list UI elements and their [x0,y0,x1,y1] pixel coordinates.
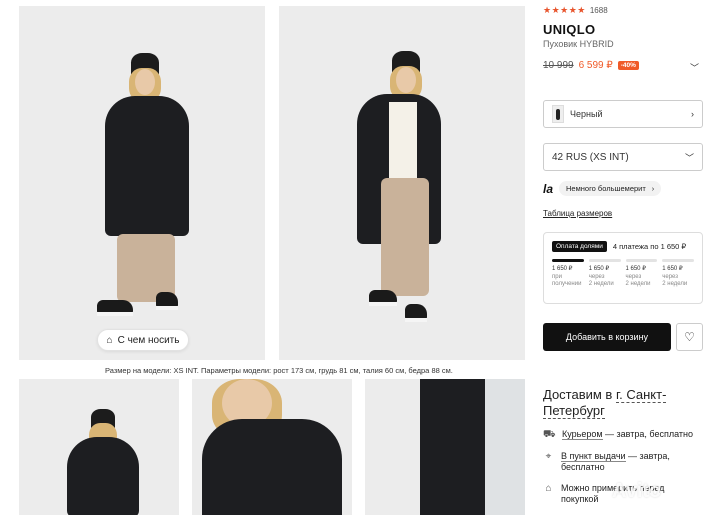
installment-payment: 1 650 ₽ через 2 недели [625,266,651,287]
rating[interactable]: ★★★★★ 1688 [543,5,608,16]
add-to-cart-button[interactable]: Добавить в корзину [543,323,671,351]
installment-payment: 1 650 ₽ при получении [552,266,582,287]
reviews-count: 1688 [589,6,608,15]
chevron-down-icon[interactable]: ﹀ [690,61,699,74]
chevron-right-icon: › [651,184,655,193]
fit-hint: la Немного большемерит › [543,181,662,196]
size-select[interactable]: 42 RUS (XS INT) ﹀ [543,143,703,171]
installments-summary: 4 платежа по 1 650 ₽ [612,242,687,251]
delivery-courier: ⛟ Курьером — завтра, бесплатно [543,429,693,440]
truck-icon: ⛟ [543,429,556,440]
avito-watermark: Avito [612,480,662,502]
installment-bar [662,259,694,262]
product-photo-collar[interactable] [192,379,352,515]
brand-name[interactable]: UNIQLO [543,22,595,37]
chevron-right-icon: › [691,109,694,119]
what-to-wear-button[interactable]: ⌂ С чем носить [97,329,189,351]
chevron-down-icon: ﹀ [684,152,694,163]
color-thumbnail [552,105,564,123]
product-photo-main-front[interactable] [19,6,265,360]
model-figure [279,6,525,360]
model-size-note: Размер на модели: XS INT. Параметры моде… [105,366,453,375]
old-price: 10 999 [543,60,574,71]
delivery-pickup: ⌖ В пункт выдачи — завтра, бесплатно [543,451,703,473]
product-name: Пуховик HYBRID [543,39,614,49]
new-price: 6 599 ₽ [578,60,613,71]
favorite-button[interactable]: ♡ [676,323,703,351]
location-pin-icon: ⌖ [545,451,552,462]
installments-progress [552,259,694,262]
product-photo-back[interactable] [19,379,179,515]
star-rating-icon: ★★★★★ [543,5,586,15]
installment-bar [552,259,584,262]
installment-bar [625,259,658,262]
discount-badge: -40% [617,61,639,70]
delivery-title: Доставим в г. Санкт-Петербург [543,387,667,419]
product-photo-main-open[interactable] [279,6,525,360]
size-table-link[interactable]: Таблица размеров [543,209,612,218]
lamoda-logo-icon: la [543,181,554,196]
price-row: 10 999 6 599 ₽ -40% [543,60,639,71]
installments-card[interactable]: Оплата долями 4 платежа по 1 650 ₽ 1 650… [543,232,703,304]
model-figure [19,6,265,360]
installment-payment: 1 650 ₽ через 2 недели [588,266,614,287]
installment-payment: 1 650 ₽ через 2 недели [662,266,688,287]
installments-badge: Оплата долями [552,241,607,252]
hanger-icon: ⌂ [545,483,552,494]
heart-icon: ♡ [684,330,695,344]
color-select[interactable]: Черный › [543,100,703,128]
installment-bar [588,259,621,262]
hanger-icon: ⌂ [106,334,113,346]
fit-pill[interactable]: Немного большемерит › [559,181,662,196]
product-photo-detail[interactable] [365,379,525,515]
